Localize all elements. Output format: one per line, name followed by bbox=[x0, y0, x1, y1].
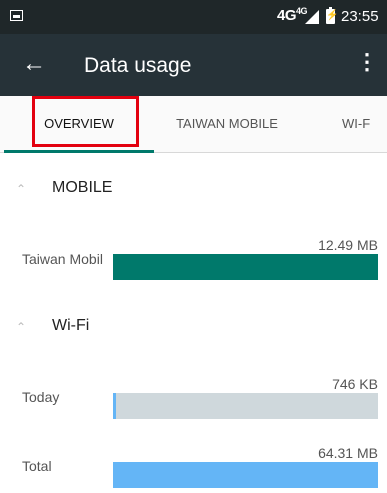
more-options-icon[interactable]: ⋮ bbox=[356, 48, 378, 76]
chevron-up-icon: ⌃ bbox=[16, 320, 27, 334]
mobile-carrier-label: Taiwan Mobil bbox=[22, 251, 103, 267]
section-title-wifi: Wi-Fi bbox=[52, 317, 90, 334]
app-bar: ← Data usage ⋮ bbox=[0, 34, 387, 96]
mobile-usage-bar-fill bbox=[113, 254, 378, 280]
status-time: 23:55 bbox=[341, 8, 379, 25]
tab-taiwan-mobile[interactable]: TAIWAN MOBILE bbox=[154, 96, 300, 152]
wifi-total-bar[interactable] bbox=[113, 462, 378, 488]
tab-indicator bbox=[4, 150, 154, 153]
back-arrow-icon[interactable]: ← bbox=[22, 50, 46, 78]
screen: { "status_bar": { "network": "4G", "netw… bbox=[0, 0, 387, 493]
wifi-total-bar-fill bbox=[113, 462, 378, 488]
signal-icon bbox=[305, 10, 319, 24]
wifi-today-label: Today bbox=[22, 389, 60, 405]
wifi-total-value: 64.31 MB bbox=[318, 445, 378, 461]
screenshot-notification-icon bbox=[10, 10, 23, 21]
section-title-mobile: MOBILE bbox=[52, 179, 113, 196]
wifi-today-bar[interactable] bbox=[113, 393, 378, 419]
mobile-usage-value: 12.49 MB bbox=[318, 237, 378, 253]
chevron-up-icon: ⌃ bbox=[16, 182, 27, 196]
network-type: 4G4G bbox=[277, 6, 308, 24]
status-bar: 4G4G 23:55 bbox=[0, 0, 387, 34]
mobile-section-header[interactable]: ⌃ MOBILE bbox=[0, 176, 387, 206]
battery-charging-icon bbox=[326, 7, 335, 24]
wifi-today-value: 746 KB bbox=[332, 376, 378, 392]
wifi-total-label: Total bbox=[22, 458, 52, 474]
page-title: Data usage bbox=[84, 54, 192, 77]
tab-wifi[interactable]: WI-F bbox=[342, 96, 387, 152]
highlight-box bbox=[32, 96, 139, 147]
mobile-usage-bar[interactable] bbox=[113, 254, 378, 280]
wifi-today-bar-fill bbox=[113, 393, 116, 419]
wifi-section-header[interactable]: ⌃ Wi-Fi bbox=[0, 314, 387, 344]
